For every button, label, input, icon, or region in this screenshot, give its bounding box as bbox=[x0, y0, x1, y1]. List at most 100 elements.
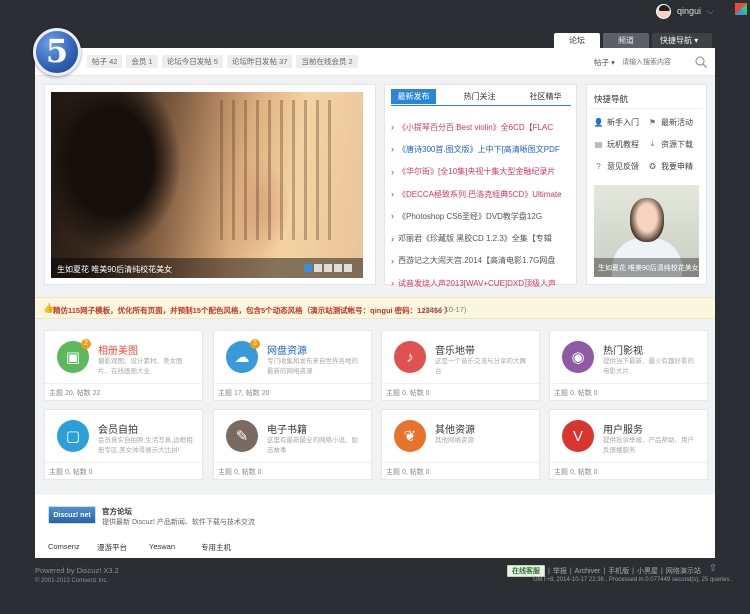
site-logo[interactable]: 5 bbox=[33, 28, 81, 76]
caret-down-icon: ▾ bbox=[611, 58, 615, 67]
footer-powered-by[interactable]: Powered by Discuz! X3.2 bbox=[35, 566, 119, 575]
forum-title[interactable]: 其他资源 bbox=[435, 421, 475, 436]
forum-card[interactable]: ❦ 其他资源 其他网络资源 主题 0, 帖数 0 bbox=[381, 409, 540, 480]
forum-stats: 主题 0, 帖数 0 bbox=[386, 469, 430, 476]
partner-link[interactable]: Comsenz bbox=[48, 542, 97, 553]
chevron-down-icon[interactable]: ⌵ bbox=[707, 6, 714, 17]
news-item[interactable]: › 邓丽君《珍藏版 黑胶CD 1.2.3》全集【专辑 bbox=[391, 227, 571, 249]
forum-description: 提供投诉举报、产品帮助、用户反馈播服务 bbox=[603, 437, 694, 454]
quick-nav-item[interactable]: ▤ 玩机教程 bbox=[594, 135, 648, 153]
forum-description: 提供当下最新、最火有趣好看的电影大片 bbox=[603, 358, 694, 375]
partner-link[interactable]: Yeswan bbox=[149, 542, 201, 553]
quick-nav-label: 最新活动 bbox=[661, 117, 693, 127]
avatar[interactable] bbox=[656, 3, 671, 19]
news-item[interactable]: › 《华尔街》[全10集]央视十集大型金融纪录片 bbox=[391, 161, 571, 183]
tab-hot[interactable]: 热门关注 bbox=[457, 89, 502, 104]
portrait-icon[interactable]: ▢ bbox=[57, 420, 89, 452]
slider-dot[interactable] bbox=[334, 264, 342, 272]
partner-link[interactable]: 专用主机 bbox=[201, 542, 231, 553]
news-item[interactable]: › 《DECCA極致系列.巴洛克經典5CD》Ultimate bbox=[391, 183, 571, 205]
forum-title[interactable]: 音乐地带 bbox=[435, 342, 475, 357]
news-item[interactable]: › 西游记之大闹天宫.2014【高清电影1.7G网盘 bbox=[391, 250, 571, 272]
tab-latest[interactable]: 最新发布 bbox=[391, 89, 436, 104]
download-icon: ⤓ bbox=[650, 139, 655, 148]
friend-link-title[interactable]: 官方论坛 bbox=[102, 506, 132, 517]
search-scope-select[interactable]: 帖子 ▾ bbox=[594, 57, 615, 68]
news-item-title[interactable]: 《Photoshop CS6圣经》DVD教学盘12G bbox=[398, 211, 542, 222]
forum-description: 摄影观图、设计素材、美女图片、在线画画大全 bbox=[98, 358, 183, 375]
discuz-logo[interactable]: Discuz! net bbox=[48, 506, 96, 524]
forum-title[interactable]: 会员自拍 bbox=[98, 421, 138, 436]
quick-image-caption[interactable]: 生如夏花 唯美90后清纯校花美女 bbox=[598, 263, 699, 273]
news-item[interactable]: › 《Photoshop CS6圣经》DVD教学盘12G bbox=[391, 205, 571, 227]
news-item[interactable]: › 《小提琴百分百.Best violin》全6CD【FLAC bbox=[391, 116, 571, 138]
forum-title[interactable]: 相册美图 bbox=[98, 342, 138, 357]
partner-link[interactable]: 漫游平台 bbox=[97, 542, 149, 553]
divider: | bbox=[569, 567, 572, 575]
search-input[interactable] bbox=[622, 55, 700, 69]
quick-nav-item[interactable]: ⤓ 资源下载 bbox=[648, 135, 702, 153]
quick-nav-item[interactable]: ? 意见反馈 bbox=[594, 157, 648, 175]
announcement-text[interactable]: 精仿115网子模板，优化所有页面，并预制15个配色风格，包含5个动态风格（演示站… bbox=[53, 305, 452, 316]
username[interactable]: qingui bbox=[677, 6, 701, 16]
tab-forum[interactable]: 论坛 bbox=[554, 33, 600, 48]
forum-stats: 主题 17, 帖数 20 bbox=[218, 390, 270, 397]
forum-card[interactable]: ♪ 音乐地带 这是一个音乐交流与分享的大舞台 主题 0, 帖数 0 bbox=[381, 330, 540, 401]
partner-links: Comsenz 漫游平台 Yeswan 专用主机 bbox=[48, 542, 231, 553]
quick-nav-item[interactable]: ✪ 我要申精 bbox=[648, 157, 702, 175]
slider-dot[interactable] bbox=[324, 264, 332, 272]
vip-icon[interactable]: V bbox=[562, 420, 594, 452]
tab-digest[interactable]: 社区精华 bbox=[523, 89, 568, 104]
news-item-title[interactable]: 《唐诗300首.图文版》上中下[高清晰图文PDF bbox=[398, 144, 560, 155]
pen-icon[interactable]: ✎ bbox=[226, 420, 258, 452]
slider-caption[interactable]: 生如夏花 唯美90后清纯校花美女 bbox=[57, 264, 172, 275]
tab-portal[interactable]: 频道 bbox=[603, 33, 649, 48]
forum-title[interactable]: 网盘资源 bbox=[267, 342, 307, 357]
slider-dot[interactable] bbox=[304, 264, 312, 272]
divider bbox=[382, 383, 539, 384]
slider-dot[interactable] bbox=[314, 264, 322, 272]
user-icon: 👤 bbox=[593, 117, 604, 127]
quick-nav-label: 玩机教程 bbox=[607, 139, 639, 149]
stat-online: 当前在线会员 2 bbox=[296, 55, 358, 68]
chevron-right-icon: › bbox=[391, 211, 394, 222]
forum-card[interactable]: ▢ 会员自拍 会员真实自拍照,生活写真,边框相册专区,美女帅哥展示大比拼! 主题 0,… bbox=[44, 409, 203, 480]
chevron-right-icon: › bbox=[391, 189, 394, 200]
news-item[interactable]: › 试音发烧人声2013[WAV+CUE]DXD顶级人声 bbox=[391, 272, 571, 294]
footer-link-demo[interactable]: 网络演示站 bbox=[666, 566, 701, 576]
quick-nav-item[interactable]: ⚑ 最新活动 bbox=[648, 113, 702, 131]
news-item-title[interactable]: 西游记之大闹天宫.2014【高清电影1.7G网盘 bbox=[398, 255, 555, 266]
forum-card[interactable]: V 用户服务 提供投诉举报、产品帮助、用户反馈播服务 主题 0, 帖数 0 bbox=[549, 409, 708, 480]
footer-link-archiver[interactable]: Archiver bbox=[575, 568, 601, 575]
forum-card[interactable]: ✎ 电子书籍 这里有最新最全的网络小说、励志故事 主题 0, 帖数 0 bbox=[213, 409, 372, 480]
forum-title[interactable]: 热门影视 bbox=[603, 342, 643, 357]
news-item[interactable]: › 《唐诗300首.图文版》上中下[高清晰图文PDF bbox=[391, 138, 571, 160]
forum-title[interactable]: 用户服务 bbox=[603, 421, 643, 436]
user-menu[interactable]: qingui ⌵ bbox=[656, 3, 714, 19]
footer-link-report[interactable]: 举报 bbox=[553, 566, 567, 576]
quick-nav-item[interactable]: 👤 新手入门 bbox=[594, 113, 648, 131]
news-tabs-divider bbox=[391, 105, 571, 106]
forum-card[interactable]: ◉ 热门影视 提供当下最新、最火有趣好看的电影大片 主题 0, 帖数 0 bbox=[549, 330, 708, 401]
film-icon[interactable]: ◉ bbox=[562, 341, 594, 373]
music-icon[interactable]: ♪ bbox=[394, 341, 426, 373]
footer-link-mobile[interactable]: 手机版 bbox=[608, 566, 629, 576]
search-icon[interactable] bbox=[694, 55, 708, 69]
leaf-icon[interactable]: ❦ bbox=[394, 420, 426, 452]
tab-quick-nav[interactable]: 快捷导航 ▾ bbox=[652, 33, 712, 48]
forum-card[interactable]: ▣ 2 相册美图 摄影观图、设计素材、美女图片、在线画画大全 主题 20, 帖数 22 bbox=[44, 330, 203, 401]
forum-stats: 主题 0, 帖数 0 bbox=[49, 469, 93, 476]
news-item-title[interactable]: 《DECCA極致系列.巴洛克經典5CD》Ultimate bbox=[398, 189, 562, 200]
footer-link-blackroom[interactable]: 小黑屋 bbox=[637, 566, 658, 576]
news-item-title[interactable]: 《小提琴百分百.Best violin》全6CD【FLAC bbox=[398, 122, 553, 133]
news-item-title[interactable]: 试音发烧人声2013[WAV+CUE]DXD顶级人声 bbox=[398, 278, 556, 289]
online-service-badge[interactable]: 在线客服 bbox=[507, 565, 545, 577]
slider-dot[interactable] bbox=[344, 264, 352, 272]
forum-card[interactable]: ☁ 3 网盘资源 专门收集和发布来自世界各地的最新的网络资源 主题 17, 帖数 20 bbox=[213, 330, 372, 401]
news-item-title[interactable]: 邓丽君《珍藏版 黑胶CD 1.2.3》全集【专辑 bbox=[398, 233, 552, 244]
forum-title[interactable]: 电子书籍 bbox=[267, 421, 307, 436]
forum-description: 这里有最新最全的网络小说、励志故事 bbox=[267, 437, 358, 454]
news-item-title[interactable]: 《华尔街》[全10集]央视十集大型金融纪录片 bbox=[398, 166, 555, 177]
divider: | bbox=[661, 567, 663, 575]
scroll-top-icon[interactable]: ⇧ bbox=[707, 563, 719, 575]
